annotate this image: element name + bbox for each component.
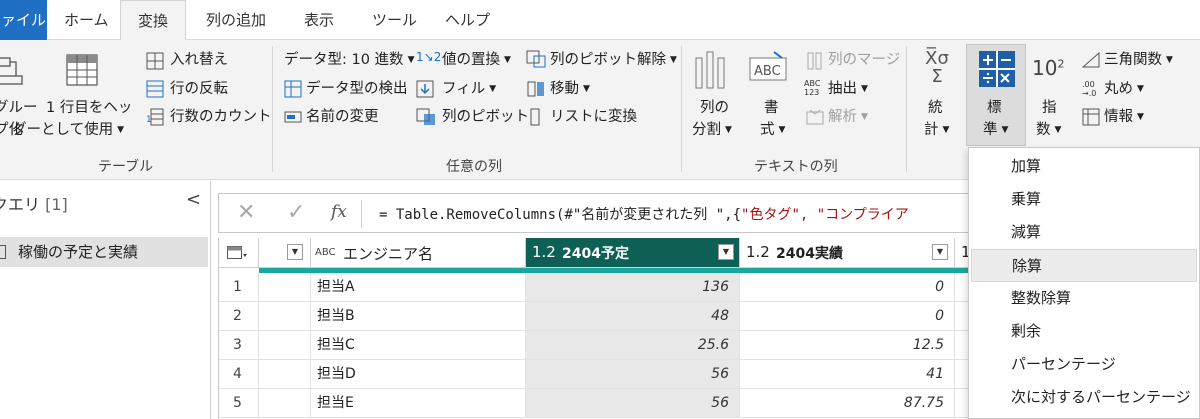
group-by-icon <box>0 57 23 85</box>
count-rows-icon: 1 <box>146 108 164 126</box>
row-number: 1 <box>219 273 259 302</box>
group-divider <box>681 46 682 172</box>
pivot-icon <box>416 108 435 125</box>
svg-text:1: 1 <box>146 115 152 125</box>
extract-icon: ABC 123 <box>804 79 821 97</box>
table-cell[interactable] <box>259 302 311 331</box>
tab-transform[interactable]: 変換 <box>120 0 186 41</box>
table-cell[interactable]: 担当B <box>311 302 526 331</box>
list-icon <box>530 108 540 126</box>
table-icon <box>0 245 6 259</box>
tab-view[interactable]: 表示 <box>304 0 334 40</box>
replace-values-icon: 1↘2 <box>416 50 442 64</box>
parse-icon <box>806 109 824 125</box>
decimal-type-icon[interactable]: 1.2 <box>532 243 556 261</box>
menu-item[interactable]: 除算 <box>971 249 1197 282</box>
decimal-type-icon[interactable]: 1.2 <box>746 243 770 261</box>
queries-pane-title: クエリ [1] <box>0 195 68 214</box>
triangle-icon <box>1082 52 1100 68</box>
table-cell[interactable]: 41 <box>740 360 955 389</box>
menu-item[interactable]: 次に対するパーセンテージ <box>971 381 1197 414</box>
chevron-down-icon[interactable]: ▼ <box>932 244 948 260</box>
fx-icon[interactable]: fx <box>331 202 347 222</box>
table-cell[interactable]: 0 <box>740 302 955 331</box>
table-cell[interactable]: 担当A <box>311 273 526 302</box>
ribbon-tab-bar: ファイル ホーム 変換 列の追加 表示 ツール ヘルプ <box>0 0 1200 41</box>
column-header-engineer[interactable]: ABC エンジニア名 <box>311 238 526 268</box>
table-cell[interactable]: 0 <box>740 273 955 302</box>
table-cell[interactable]: 担当D <box>311 360 526 389</box>
text-type-icon[interactable]: ABC <box>315 247 336 258</box>
select-all-cell[interactable] <box>219 238 259 268</box>
table-cell[interactable]: 56 <box>526 360 740 389</box>
row-number: 2 <box>219 302 259 331</box>
table-cell[interactable] <box>259 331 311 360</box>
statistics-icon: X̅σ Σ <box>925 48 949 87</box>
column-header[interactable]: ▼ <box>259 238 311 268</box>
standard-operations-menu: 加算 乗算 減算 除算 整数除算 剰余 パーセンテージ 次に対するパーセンテージ <box>968 147 1200 419</box>
column-header-actual[interactable]: 1.2 2404実績 ▼ <box>740 238 955 268</box>
rename-icon <box>284 111 302 123</box>
table-header-icon <box>66 54 98 86</box>
row-number: 4 <box>219 360 259 389</box>
table-cell[interactable]: 12.5 <box>740 331 955 360</box>
column-header-plan[interactable]: 1.2 2404予定 ▼ <box>526 238 740 268</box>
tab-file[interactable]: ファイル <box>0 0 47 40</box>
table-cell[interactable]: 担当C <box>311 331 526 360</box>
table-cell[interactable] <box>259 389 311 418</box>
table-cell[interactable]: 担当E <box>311 389 526 418</box>
collapse-pane-icon[interactable]: < <box>186 189 201 210</box>
tab-add-column[interactable]: 列の追加 <box>206 0 266 40</box>
chevron-down-icon[interactable]: ▼ <box>287 244 303 260</box>
menu-item[interactable]: 乗算 <box>971 183 1197 216</box>
table-cell[interactable] <box>259 360 311 389</box>
table-cell[interactable] <box>259 273 311 302</box>
table-cell[interactable]: 136 <box>526 273 740 302</box>
group-label-any-column: 任意の列 <box>446 159 502 175</box>
menu-item[interactable]: 整数除算 <box>971 282 1197 315</box>
table-cell[interactable]: 25.6 <box>526 331 740 360</box>
tab-home[interactable]: ホーム <box>64 0 109 40</box>
queries-pane: クエリ [1] < 稼働の予定と実績 <box>0 181 211 419</box>
chevron-down-icon[interactable]: ▼ <box>718 244 734 260</box>
cancel-formula-icon[interactable]: ✕ <box>237 200 255 225</box>
menu-item[interactable]: 減算 <box>971 216 1197 249</box>
menu-item[interactable]: パーセンテージ <box>971 348 1197 381</box>
format-icon: ABC <box>749 51 787 81</box>
table-cell[interactable]: 48 <box>526 302 740 331</box>
svg-text:ABC: ABC <box>754 64 781 79</box>
exponent-icon: 102 <box>1032 56 1065 80</box>
table-cell[interactable]: 87.75 <box>740 389 955 418</box>
query-item[interactable]: 稼働の予定と実績 <box>0 237 208 267</box>
formula-text[interactable]: = Table.RemoveColumns(#"名前が変更された列 ",{"色タ… <box>379 204 909 224</box>
table-menu-icon <box>227 246 247 259</box>
row-number: 3 <box>219 331 259 360</box>
commit-formula-icon[interactable]: ✓ <box>287 200 305 225</box>
reverse-rows-icon <box>146 80 164 98</box>
split-column-icon <box>695 51 725 89</box>
tab-help[interactable]: ヘルプ <box>445 0 490 40</box>
group-label-table: テーブル <box>98 159 154 175</box>
row-number: 5 <box>219 389 259 418</box>
information-icon <box>1082 108 1100 126</box>
detect-type-icon <box>284 80 302 98</box>
unpivot-icon <box>526 50 546 68</box>
group-label-text-column: テキストの列 <box>754 159 838 175</box>
standard-button[interactable]: 標 準 ▼ <box>966 44 1026 146</box>
calculator-icon <box>979 51 1015 87</box>
tab-tools[interactable]: ツール <box>372 0 417 40</box>
rounding-icon: .00 →.0 <box>1082 80 1097 98</box>
group-divider <box>272 46 273 172</box>
transpose-icon <box>146 52 164 70</box>
data-type-dropdown[interactable]: データ型: 10 進数 ▼ <box>284 50 414 70</box>
fill-down-icon <box>416 80 434 98</box>
menu-item[interactable]: 加算 <box>971 150 1197 183</box>
table-cell[interactable]: 56 <box>526 389 740 418</box>
merge-columns-icon <box>807 52 822 70</box>
menu-item[interactable]: 剰余 <box>971 315 1197 348</box>
move-icon <box>527 81 544 97</box>
group-divider <box>906 46 907 172</box>
